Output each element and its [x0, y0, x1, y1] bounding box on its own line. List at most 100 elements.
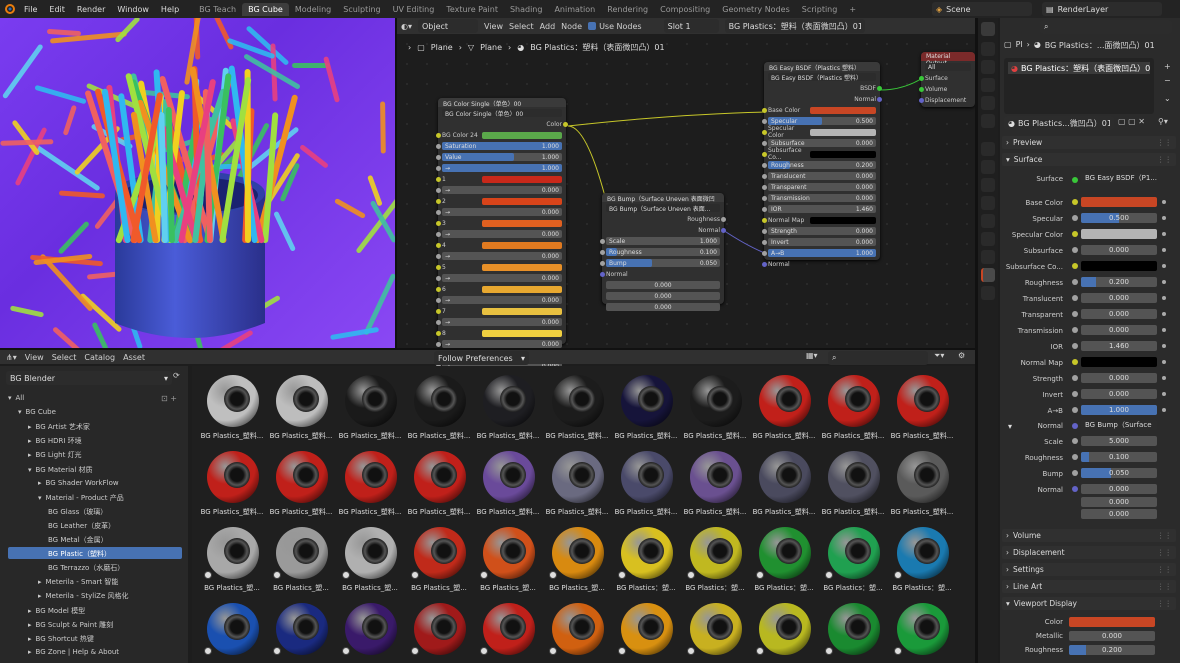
factor-field[interactable]: →0.000	[442, 318, 562, 326]
property-field[interactable]: 0.000	[1081, 325, 1157, 335]
property-field[interactable]: 0.050	[1081, 468, 1157, 478]
material-datablock-select[interactable]: ◕ BG Plastics...微凹凸）01	[1004, 116, 1114, 130]
bsdf-value-field[interactable]: A→B 1.000	[768, 249, 876, 257]
tab-shading[interactable]: Shading	[504, 3, 549, 16]
tab-compositing[interactable]: Compositing	[654, 3, 716, 16]
tab-geometry-nodes[interactable]: Geometry Nodes	[716, 3, 795, 16]
keyframe-icon[interactable]	[1162, 392, 1166, 396]
catalog-item[interactable]: ▸ BG Artist 艺术家	[28, 422, 90, 432]
catalog-item[interactable]: ▸ Meterila - Smart 智能	[38, 577, 118, 587]
material-asset[interactable]: BG Plastics_塑料...	[819, 446, 887, 522]
normal-node-select[interactable]: BG Bump（Surface ...	[1081, 420, 1157, 430]
material-asset[interactable]	[750, 598, 818, 663]
property-field[interactable]: 0.100	[1081, 452, 1157, 462]
material-slot-item[interactable]: ◕ BG Plastics：塑料（表面微凹凸）01	[1008, 62, 1150, 74]
property-field[interactable]: 0.200	[1069, 645, 1155, 655]
panel-header[interactable]: › Preview ⋮⋮	[1002, 136, 1176, 149]
catalog-menu[interactable]: Catalog	[84, 353, 115, 362]
menu-file[interactable]: File	[18, 5, 43, 14]
catalog-item[interactable]: ▸ BG Zone | Help & About	[28, 648, 119, 656]
add-workspace-button[interactable]: +	[843, 3, 862, 16]
select-menu[interactable]: Select	[52, 353, 77, 362]
scene-selector[interactable]: ◈ Scene	[932, 2, 1032, 16]
material-asset[interactable]: BG Plastics_塑料...	[888, 370, 956, 446]
tab-modeling[interactable]: Modeling	[289, 3, 337, 16]
drag-handle-icon[interactable]: ⋮⋮	[1157, 582, 1172, 591]
material-asset[interactable]	[474, 598, 542, 663]
property-field[interactable]: 0.200	[1081, 277, 1157, 287]
color-output-socket[interactable]	[563, 122, 568, 127]
bsdf-value-field[interactable]: Transparent 0.000	[768, 183, 876, 191]
texture-tab-icon[interactable]	[981, 286, 995, 300]
keyframe-icon[interactable]	[1162, 216, 1166, 220]
material-asset[interactable]: BG Plastics_塑料...	[888, 446, 956, 522]
output-target-select[interactable]: All	[925, 63, 971, 71]
tab-bg-cube[interactable]: BG Cube	[242, 2, 289, 16]
material-asset[interactable]	[681, 598, 749, 663]
material-asset[interactable]	[336, 598, 404, 663]
bsdf-value-field[interactable]: IOR 1.460	[768, 205, 876, 213]
catalog-item[interactable]: BG Metal（金属）	[48, 535, 108, 545]
color-swatch[interactable]	[482, 241, 562, 249]
property-field[interactable]: 5.000	[1081, 436, 1157, 446]
keyframe-icon[interactable]	[1162, 360, 1166, 364]
keyframe-icon[interactable]	[1162, 264, 1166, 268]
property-field[interactable]	[1081, 357, 1157, 367]
catalog-item[interactable]: ▸ BG Shader WorkFlow	[38, 479, 119, 487]
add-slot-button[interactable]: +	[1164, 62, 1171, 71]
property-field[interactable]	[1081, 261, 1157, 271]
object-data-tab-icon[interactable]	[981, 250, 995, 264]
color-swatch[interactable]	[810, 150, 876, 158]
object-tab-icon[interactable]	[981, 142, 995, 156]
material-asset[interactable]: BG Plastics_塑...	[474, 522, 542, 598]
material-asset[interactable]	[888, 598, 956, 663]
drag-handle-icon[interactable]: ⋮⋮	[1157, 548, 1172, 557]
arrow-field[interactable]: → 1.000	[442, 164, 562, 172]
panel-header[interactable]: › Settings ⋮⋮	[1002, 563, 1176, 576]
material-select[interactable]: BG Plastics：塑料（表面微凹凸）01	[724, 19, 865, 33]
keyframe-icon[interactable]	[1162, 312, 1166, 316]
render-tab-icon[interactable]	[981, 42, 995, 56]
roughness-field[interactable]: Roughness 0.100	[606, 248, 720, 256]
material-asset[interactable]: BG Plastics_塑料...	[336, 446, 404, 522]
data-tab-icon[interactable]	[981, 232, 995, 246]
output-tab-icon[interactable]	[981, 60, 995, 74]
factor-field[interactable]: →0.000	[442, 208, 562, 216]
node-group-field[interactable]: BG Easy BSDF（Plastics 塑料）	[768, 73, 876, 82]
bump-node[interactable]: BG Bump（Surface Uneven 表面微凹凸） BG Bump（Su…	[600, 193, 726, 311]
material-asset[interactable]	[612, 598, 680, 663]
catalog-item[interactable]: ▾ BG Material 材质	[28, 465, 93, 475]
material-asset[interactable]: BG Plastics_塑料...	[612, 446, 680, 522]
bsdf-value-field[interactable]: Specular 0.500	[768, 117, 876, 125]
menu-edit[interactable]: Edit	[43, 5, 71, 14]
catalog-item[interactable]: ▸ Meterila - StyliZe 风格化	[38, 591, 129, 601]
material-tab-icon[interactable]	[981, 268, 995, 282]
bsdf-value-field[interactable]: Invert 0.000	[768, 238, 876, 246]
panel-header[interactable]: ▾ Viewport Display ⋮⋮	[1002, 597, 1176, 610]
material-asset[interactable]	[267, 598, 335, 663]
asset-library-select[interactable]: BG Blender ▾	[6, 371, 172, 385]
material-asset[interactable]: BG Plastics：塑...	[750, 522, 818, 598]
catalog-item[interactable]: ▸ BG Model 模型	[28, 606, 85, 616]
view-menu[interactable]: View	[484, 22, 503, 31]
material-asset[interactable]: BG Plastics_塑料...	[543, 370, 611, 446]
value-field[interactable]: Value 1.000	[442, 153, 562, 161]
view-layer-tab-icon[interactable]	[981, 78, 995, 92]
property-field[interactable]: 0.000	[1081, 509, 1157, 519]
keyframe-icon[interactable]	[1162, 280, 1166, 284]
constraints-tab-icon[interactable]	[981, 214, 995, 228]
keyframe-icon[interactable]	[1162, 376, 1166, 380]
editor-type-icon[interactable]: ◐▾	[401, 22, 412, 31]
breadcrumb-material[interactable]: BG Plastics：塑料（表面微凹凸）01	[530, 42, 664, 53]
bump-field[interactable]: Bump 0.050	[606, 259, 720, 267]
material-asset[interactable]	[198, 598, 266, 663]
material-slot-list[interactable]: ◕ BG Plastics：塑料（表面微凹凸）01	[1004, 58, 1154, 114]
gear-icon[interactable]: ⚙	[958, 351, 965, 360]
tab-uv-editing[interactable]: UV Editing	[387, 3, 441, 16]
catalog-item[interactable]: BG Plastic（塑料）	[48, 549, 111, 559]
3d-viewport[interactable]	[0, 18, 395, 348]
drag-handle-icon[interactable]: ⋮⋮	[1157, 155, 1172, 164]
factor-field[interactable]: →0.000	[442, 274, 562, 282]
property-field[interactable]	[1069, 617, 1155, 627]
color-swatch[interactable]	[482, 175, 562, 183]
